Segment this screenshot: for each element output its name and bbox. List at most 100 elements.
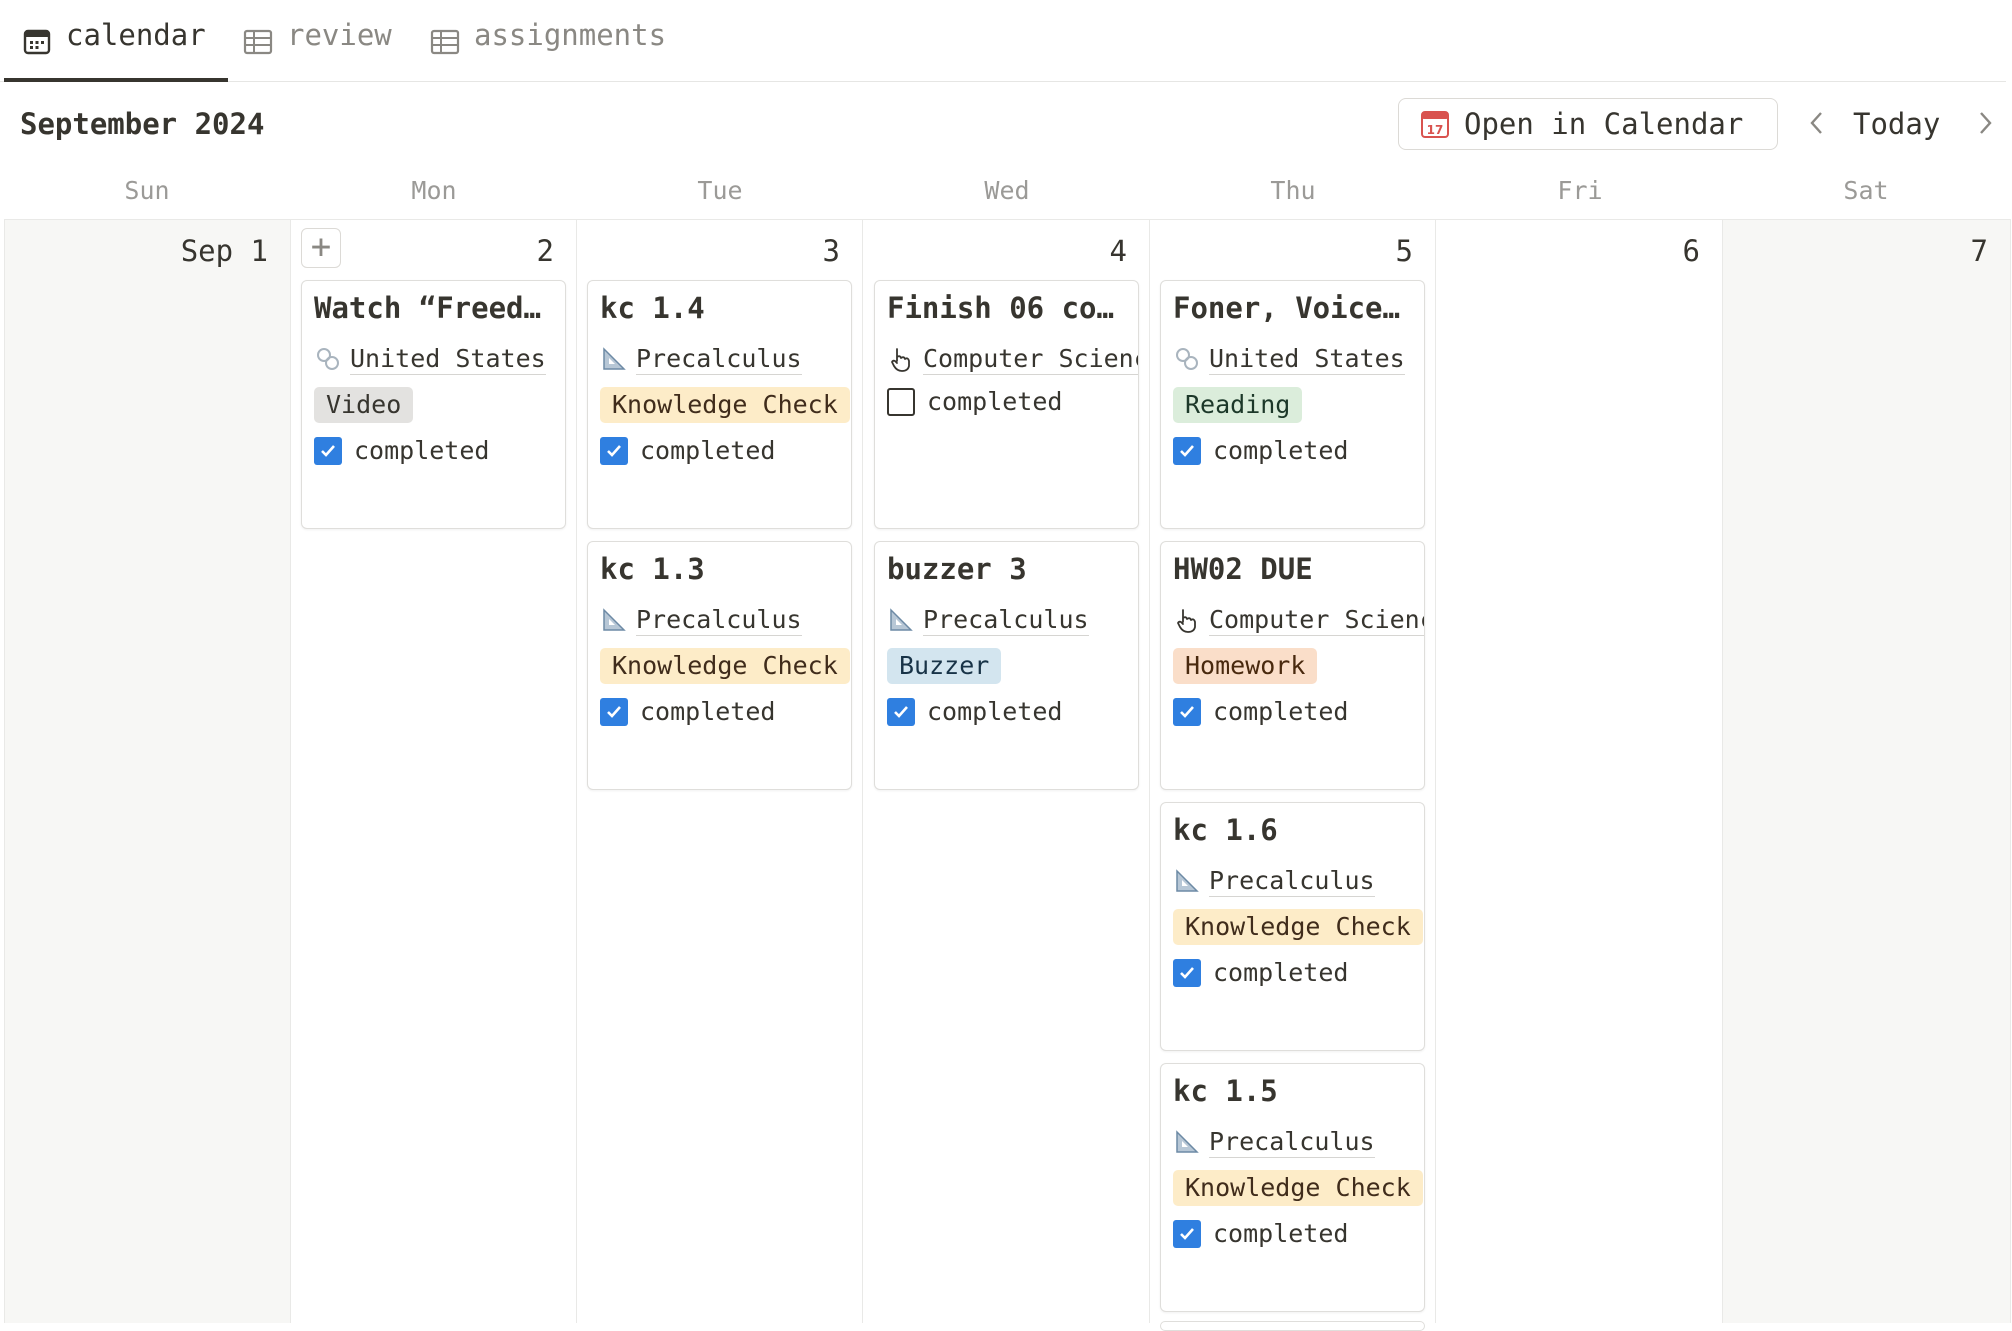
completed-checkbox[interactable] <box>314 436 342 465</box>
completed-checkbox[interactable] <box>600 436 628 465</box>
course-relation[interactable]: Precalculus <box>887 602 1138 638</box>
course-relation[interactable]: Precalculus <box>600 602 851 638</box>
add-event-button[interactable]: + <box>301 228 341 268</box>
open-in-calendar-button[interactable]: 17 Open in Calendar <box>1398 98 1778 150</box>
checkmark-icon <box>607 444 621 457</box>
active-tab-indicator <box>4 78 228 82</box>
day-number: 5 <box>1395 234 1413 268</box>
event-title: kc 1.3 <box>600 552 705 586</box>
day-number: 2 <box>536 234 554 268</box>
event-card[interactable]: kc 1.3 Precalculus Knowledge Check compl… <box>587 541 852 790</box>
completed-label: completed <box>1213 436 1349 465</box>
day-cell-tue[interactable]: 3 kc 1.4 Precalculus Knowledge Check com… <box>577 220 863 1323</box>
today-button[interactable]: Today <box>1853 107 1940 141</box>
course-relation[interactable]: Computer Science <box>887 341 1138 377</box>
day-cell-sun[interactable]: Sep 1 <box>5 220 291 1323</box>
tab-assignments-label: assignments <box>474 18 667 52</box>
event-title: kc 1.4 <box>600 291 705 325</box>
completed-label: completed <box>640 697 776 726</box>
event-card[interactable]: Watch “Freedom… United States Video comp… <box>301 280 566 529</box>
tab-review-label: review <box>287 18 392 52</box>
calendar-week-grid: Sep 1 + 2 Watch “Freedom… United States … <box>4 219 2011 1331</box>
completed-label: completed <box>354 436 490 465</box>
view-tabs: calendar review assignments <box>0 0 2006 82</box>
course-label: Precalculus <box>1209 1126 1375 1158</box>
tab-calendar[interactable]: calendar <box>22 18 206 81</box>
checkmark-icon <box>1180 1227 1194 1240</box>
event-card[interactable]: HW02 DUE Computer Science Homework compl… <box>1160 541 1425 790</box>
event-card[interactable]: kc 1.4 Precalculus Knowledge Check compl… <box>587 280 852 529</box>
course-label: Precalculus <box>636 604 802 636</box>
completed-label: completed <box>1213 697 1349 726</box>
weekday-sun: Sun <box>124 176 170 205</box>
event-card-partial[interactable] <box>1160 1321 1425 1331</box>
checkmark-icon <box>1180 705 1194 718</box>
svg-text:17: 17 <box>1427 123 1444 137</box>
checkmark-icon <box>607 705 621 718</box>
tab-assignments[interactable]: assignments <box>430 18 666 81</box>
weekday-mon: Mon <box>411 176 457 205</box>
day-cell-mon[interactable]: + 2 Watch “Freedom… United States Video … <box>291 220 577 1323</box>
calendar-app-icon: 17 <box>1421 111 1449 138</box>
event-title: buzzer 3 <box>887 552 1027 586</box>
completed-label: completed <box>927 697 1063 726</box>
event-title: kc 1.5 <box>1173 1074 1278 1108</box>
previous-month-chevron-icon[interactable] <box>1806 108 1828 146</box>
tab-calendar-label: calendar <box>66 18 206 52</box>
course-relation[interactable]: Precalculus <box>600 341 851 377</box>
day-cell-fri[interactable]: 6 <box>1437 220 1723 1323</box>
weekday-thu: Thu <box>1270 176 1316 205</box>
course-label: United States <box>350 343 546 375</box>
completed-label: completed <box>640 436 776 465</box>
triangle-ruler-icon <box>603 347 626 370</box>
day-cell-thu[interactable]: 5 Foner, Voices of Freedom United States… <box>1150 220 1436 1331</box>
event-card[interactable]: Foner, Voices of Freedom United States R… <box>1160 280 1425 529</box>
pointing-hand-icon <box>891 348 910 372</box>
tag-knowledge-check: Knowledge Check <box>1173 909 1423 945</box>
day-cell-wed[interactable]: 4 Finish 06 coding Computer Science comp… <box>864 220 1150 1323</box>
completed-label: completed <box>1213 1219 1349 1248</box>
course-relation[interactable]: Computer Science <box>1173 602 1424 638</box>
day-number: 3 <box>822 234 840 268</box>
completed-row: completed <box>1173 436 1348 465</box>
course-relation[interactable]: United States <box>1173 341 1424 377</box>
tag-knowledge-check: Knowledge Check <box>600 648 850 684</box>
tag-homework: Homework <box>1173 648 1318 684</box>
event-card[interactable]: kc 1.6 Precalculus Knowledge Check compl… <box>1160 802 1425 1051</box>
next-month-chevron-icon[interactable] <box>1974 108 1996 146</box>
completed-checkbox[interactable] <box>887 697 915 726</box>
event-card[interactable]: buzzer 3 Precalculus Buzzer completed <box>874 541 1139 790</box>
day-number: 4 <box>1109 234 1127 268</box>
tab-review[interactable]: review <box>243 18 392 81</box>
tag-knowledge-check: Knowledge Check <box>600 387 850 423</box>
course-relation[interactable]: Precalculus <box>1173 863 1424 899</box>
event-card[interactable]: kc 1.5 Precalculus Knowledge Check compl… <box>1160 1063 1425 1312</box>
completed-checkbox[interactable] <box>600 697 628 726</box>
weekday-tue: Tue <box>697 176 743 205</box>
completed-label: completed <box>927 387 1063 416</box>
triangle-ruler-icon <box>1176 869 1199 892</box>
triangle-ruler-icon <box>603 608 626 631</box>
course-label: Precalculus <box>636 343 802 375</box>
checkmark-icon <box>1180 444 1194 457</box>
day-cell-sat[interactable]: 7 <box>1723 220 2011 1323</box>
course-label: Computer Science <box>923 344 1138 375</box>
completed-row: completed <box>1173 958 1348 987</box>
event-card[interactable]: Finish 06 coding Computer Science comple… <box>874 280 1139 529</box>
completed-checkbox[interactable] <box>1173 697 1201 726</box>
completed-row: completed <box>887 387 1062 416</box>
link-icon <box>1176 348 1198 370</box>
course-label: United States <box>1209 343 1405 375</box>
triangle-ruler-icon <box>890 608 913 631</box>
weekday-fri: Fri <box>1557 176 1603 205</box>
completed-row: completed <box>1173 697 1348 726</box>
completed-checkbox[interactable] <box>1173 1219 1201 1248</box>
completed-checkbox[interactable] <box>1173 958 1201 987</box>
completed-checkbox[interactable] <box>887 387 915 416</box>
course-relation[interactable]: Precalculus <box>1173 1124 1424 1160</box>
table-icon <box>430 29 460 55</box>
completed-checkbox[interactable] <box>1173 436 1201 465</box>
event-title: kc 1.6 <box>1173 813 1278 847</box>
open-in-calendar-label: Open in Calendar <box>1464 107 1744 141</box>
course-relation[interactable]: United States <box>314 341 565 377</box>
